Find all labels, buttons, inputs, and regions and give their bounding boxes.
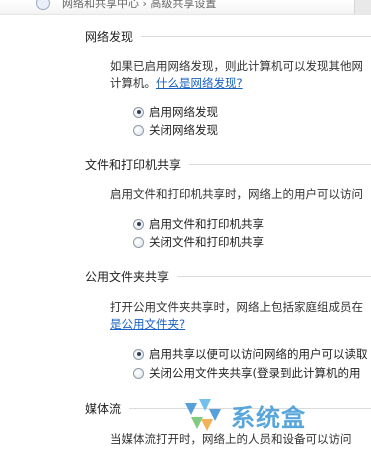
- radio-button-selected[interactable]: [133, 218, 144, 230]
- radio-button-selected[interactable]: [133, 106, 144, 118]
- section-divider: [177, 275, 371, 277]
- scrollbar[interactable]: [354, 0, 371, 14]
- section-public-folder-sharing: 公用文件夹共享: [85, 268, 371, 284]
- radio-label: 关闭公用文件夹共享(登录到此计算机的用: [149, 366, 361, 380]
- radio-enable-file-printer-sharing[interactable]: 启用文件和打印机共享: [133, 216, 264, 232]
- what-is-public-folder-link[interactable]: 是公用文件夹?: [110, 317, 185, 331]
- section-file-printer-sharing: 文件和打印机共享: [85, 156, 371, 172]
- section-divider: [189, 163, 371, 165]
- radio-label: 关闭网络发现: [149, 123, 218, 137]
- radio-enable-network-discovery[interactable]: 启用网络发现: [133, 104, 218, 120]
- network-discovery-description: 如果已启用网络发现，则此计算机可以发现其他网: [110, 59, 363, 73]
- section-title: 文件和打印机共享: [85, 157, 182, 172]
- radio-button[interactable]: [133, 236, 144, 248]
- section-title: 网络发现: [85, 29, 134, 44]
- watermark-logo: 系统盒: [179, 393, 349, 437]
- radio-button-selected[interactable]: [133, 348, 144, 360]
- radio-label: 启用网络发现: [149, 105, 218, 119]
- section-network-discovery: 网络发现: [85, 28, 371, 44]
- radio-label: 启用文件和打印机共享: [149, 217, 264, 231]
- breadcrumb[interactable]: 网络和共享中心 › 高级共享设置: [62, 0, 216, 11]
- radio-button[interactable]: [133, 124, 144, 136]
- radio-disable-file-printer-sharing[interactable]: 关闭文件和打印机共享: [133, 234, 264, 250]
- radio-label: 关闭文件和打印机共享: [149, 235, 264, 249]
- description-text: 计算机。: [110, 76, 156, 90]
- radio-disable-network-discovery[interactable]: 关闭网络发现: [133, 122, 218, 138]
- radio-disable-public-folder-sharing[interactable]: 关闭公用文件夹共享(登录到此计算机的用: [133, 365, 360, 381]
- window-title-bar: 网络和共享中心 › 高级共享设置: [0, 0, 371, 15]
- file-printer-sharing-description: 启用文件和打印机共享时，网络上的用户可以访问: [110, 187, 363, 201]
- public-folder-sharing-description-cont: 是公用文件夹?: [110, 316, 185, 333]
- box-logo-icon: [185, 399, 221, 431]
- watermark-text: 系统盒: [231, 403, 306, 432]
- radio-button[interactable]: [133, 367, 144, 379]
- section-divider: [141, 35, 371, 37]
- section-title: 公用文件夹共享: [85, 269, 170, 284]
- network-icon: [36, 0, 50, 10]
- public-folder-sharing-description: 打开公用文件夹共享时，网络上包括家庭组成员在: [110, 300, 363, 314]
- radio-label: 启用共享以便可以访问网络的用户可以读取: [149, 347, 368, 361]
- radio-enable-public-folder-sharing[interactable]: 启用共享以便可以访问网络的用户可以读取: [133, 346, 368, 362]
- section-title: 媒体流: [85, 401, 122, 416]
- network-discovery-description-cont: 计算机。什么是网络发现?: [110, 75, 243, 92]
- what-is-network-discovery-link[interactable]: 什么是网络发现?: [156, 76, 243, 90]
